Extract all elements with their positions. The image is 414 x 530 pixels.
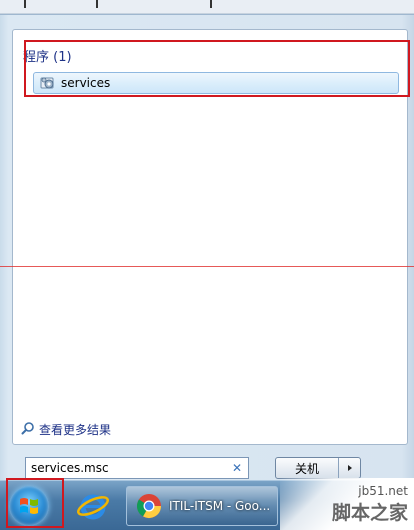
shutdown-options-button[interactable] — [339, 458, 360, 478]
windows-logo-icon — [9, 498, 49, 529]
result-item-label: services — [61, 76, 111, 90]
chrome-icon — [135, 492, 163, 520]
watermark-name: 脚本之家 — [331, 502, 408, 524]
watermark-url: jb51.net — [358, 484, 408, 498]
see-more-results-label: 查看更多结果 — [39, 423, 112, 437]
clear-search-icon[interactable]: ✕ — [229, 461, 245, 475]
window-edge-mark — [96, 0, 98, 8]
programs-section-title: 程序 (1) — [23, 50, 72, 65]
chrome-task-label: ITIL-ITSM - Goo... — [169, 499, 271, 513]
search-results-pane: 程序 (1) services — [12, 29, 408, 445]
screen: 程序 (1) services 查看更多结果 services.msc ✕ 关机… — [0, 0, 414, 530]
annotation-line — [0, 266, 414, 267]
result-item-services[interactable]: services — [33, 72, 399, 94]
chevron-right-icon — [346, 461, 354, 475]
shutdown-button[interactable]: 关机 — [276, 458, 339, 478]
start-search-box[interactable]: ✕ — [25, 457, 249, 479]
start-menu: 程序 (1) services 查看更多结果 services.msc ✕ 关机 — [0, 14, 414, 480]
shutdown-control: 关机 — [275, 457, 361, 479]
background-window-strip — [0, 0, 414, 14]
see-more-results-link[interactable]: 查看更多结果 — [21, 421, 111, 438]
services-gear-icon — [40, 75, 56, 91]
search-icon — [21, 421, 35, 438]
window-edge-mark — [24, 0, 26, 8]
internet-explorer-icon — [76, 494, 110, 526]
start-button[interactable] — [9, 486, 49, 526]
chrome-taskbar-button[interactable]: ITIL-ITSM - Goo... — [126, 486, 278, 526]
internet-explorer-taskbar-icon[interactable] — [76, 489, 110, 523]
watermark: jb51.net 脚本之家 — [280, 478, 414, 530]
window-edge-mark — [210, 0, 212, 8]
search-input[interactable] — [31, 459, 229, 477]
